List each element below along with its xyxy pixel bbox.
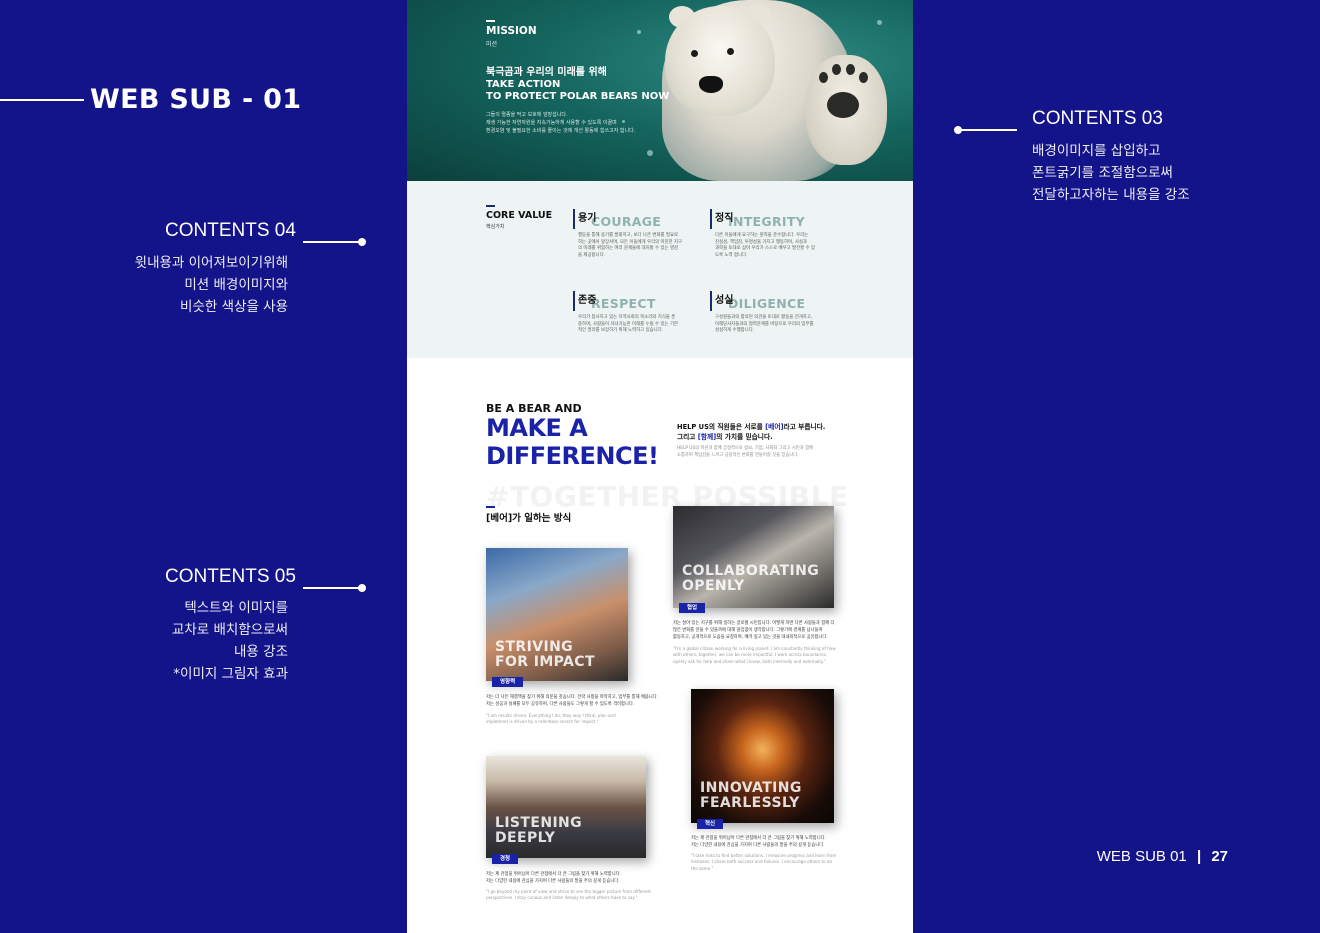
core-value-subtitle: 핵심가치 (486, 224, 505, 230)
paw-pad (832, 64, 841, 75)
paw-pad (827, 92, 859, 118)
web-page-mockup: MISSION 미션 북극곰과 우리의 미래를 위해 TAKE ACTION T… (407, 0, 913, 933)
paw-pad (846, 64, 855, 75)
core-value-title: CORE VALUE (486, 210, 553, 221)
listening-text: 저는 제 관점을 뛰어넘어 다른 관점에서 더 큰 그림을 찾기 위해 노력합니… (486, 872, 621, 884)
striving-text: 저는 더 나은 해결책을 찾기 위해 의문을 갖습니다. 전략 사항을 파악하고… (486, 695, 659, 707)
contents05-connector (303, 587, 361, 589)
innovating-caption: INNOVATING FEARLESSLY (700, 780, 802, 811)
way-title: [베어]가 일하는 방식 (486, 513, 572, 524)
bear-head (665, 6, 775, 116)
bubble (647, 150, 653, 156)
help-us-statement: HELP US의 직원들은 서로를 [베어]라고 부릅니다. 그리고 [함께]의… (677, 423, 826, 441)
striving-caption: STRIVING FOR IMPACT (495, 639, 595, 670)
mission-label: MISSION (486, 25, 537, 37)
bear-eye (691, 50, 698, 57)
contents05-dot (358, 584, 366, 592)
difference-headline: MAKE A DIFFERENCE! (486, 414, 659, 470)
paw-pad (819, 72, 828, 83)
listening-quote: "I go beyond my point of view and strive… (486, 889, 651, 901)
page-number: 27 (1211, 848, 1228, 865)
listening-image: LISTENING DEEPLY (486, 756, 646, 858)
tag-listening: 경청 (492, 854, 519, 864)
slide-title: WEB SUB - 01 (90, 84, 302, 115)
collaborating-text: 저는 살아 있는 지구를 위해 일하는 글로벌 시민입니다. 어떻게 하면 다른… (673, 621, 835, 640)
contents04-dot (358, 238, 366, 246)
bear-nose (699, 76, 723, 93)
tag-collaboration: 협업 (679, 603, 706, 613)
hero-tagline: 북극곰과 우리의 미래를 위해 (486, 67, 607, 78)
innovating-image: INNOVATING FEARLESSLY (691, 689, 834, 823)
contents05-text: 텍스트와 이미지를 교차로 배치함으로써 내용 강조 *이미지 그림자 효과 (171, 600, 288, 682)
collaborating-image: COLLABORATING OPENLY (673, 506, 834, 608)
contents04-connector (303, 241, 361, 243)
hero-description: 그들의 멸종을 막고 보호에 앞장섭니다. 재생 가능한 자연자원을 지속가능하… (486, 112, 636, 134)
collaborating-caption: COLLABORATING OPENLY (682, 563, 820, 594)
contents03-text: 배경이미지를 삽입하고 폰트굵기를 조절함으로써 전달하고자하는 내용을 강조 (1032, 143, 1190, 203)
striving-quote: "I am results driven. Everything I do, t… (486, 713, 616, 725)
mission-hero: MISSION 미션 북극곰과 우리의 미래를 위해 TAKE ACTION T… (407, 0, 913, 181)
footer-label: WEB SUB 01 (1096, 848, 1187, 865)
way-bar (486, 506, 495, 508)
core-value-bar (486, 205, 495, 207)
tag-innovation: 혁신 (697, 819, 724, 829)
contents04-heading: CONTENTS 04 (165, 220, 296, 241)
mission-bar (486, 20, 495, 22)
striving-image: STRIVING FOR IMPACT (486, 548, 628, 681)
contents03-connector (958, 129, 1017, 131)
tag-impact: 영향력 (492, 677, 524, 687)
collaborating-quote: "I'm a global citizen working for a livi… (673, 646, 836, 664)
contents03-heading: CONTENTS 03 (1032, 108, 1163, 129)
bear-eye (727, 48, 734, 55)
bubble (877, 20, 882, 25)
title-rule (0, 99, 84, 101)
page-footer: WEB SUB 01 | 27 (1096, 848, 1228, 865)
contents04-text: 윗내용과 이어져보이기위해 미션 배경이미지와 비슷한 색상을 사용 (134, 255, 288, 315)
listening-caption: LISTENING DEEPLY (495, 815, 583, 846)
hero-headline: TAKE ACTION TO PROTECT POLAR BEARS NOW (486, 79, 670, 102)
innovating-quote: "I take risks to find better solutions. … (691, 853, 837, 871)
help-us-subtext: HELP US의 미션과 함께 궁정적으로 정보, 기업, 사회와 그리고 시민… (677, 446, 813, 458)
innovating-text: 저는 제 관점을 뛰어넘어 다른 관점에서 더 큰 그림을 찾기 위해 노력합니… (691, 836, 826, 848)
paw-pad (859, 72, 868, 83)
bubble (637, 30, 641, 34)
core-value-section: CORE VALUE 핵심가치 COURAGE 용기 행동을 통해 용기를 발휘… (407, 181, 913, 358)
mission-label-ko: 미션 (486, 41, 498, 48)
contents05-heading: CONTENTS 05 (165, 566, 296, 587)
